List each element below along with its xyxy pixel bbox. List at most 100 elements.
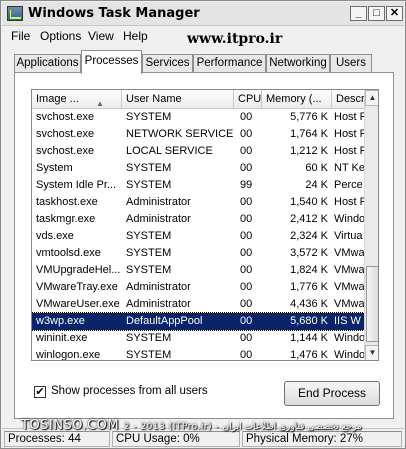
- end-process-button[interactable]: End Process: [284, 381, 380, 406]
- tab-networking[interactable]: Networking: [266, 54, 330, 73]
- cell-image-name: svchost.exe: [36, 111, 95, 123]
- table-row[interactable]: VMUpgradeHel... SYSTEM 00 1,824 K VMwa: [32, 262, 364, 279]
- cell-image-name: vmtoolsd.exe: [36, 247, 101, 259]
- cell-user-name: SYSTEM: [126, 332, 172, 344]
- cell-cpu: 00: [240, 281, 253, 293]
- table-row[interactable]: vds.exe SYSTEM 00 2,324 K Virtua: [32, 228, 364, 245]
- cell-cpu: 00: [240, 349, 253, 361]
- cell-memory: 1,776 K: [290, 281, 328, 293]
- title-bar[interactable]: Windows Task Manager _ □ ✕: [2, 2, 404, 26]
- table-row[interactable]: svchost.exe LOCAL SERVICE 00 1,212 K Host P: [32, 143, 364, 160]
- task-manager-window: Windows Task Manager _ □ ✕ File Options …: [0, 0, 406, 449]
- cell-memory: 1,540 K: [290, 196, 328, 208]
- column-image-name[interactable]: Image ... ▲: [32, 90, 122, 109]
- table-row[interactable]: System Idle Pr... SYSTEM 99 24 K Perce: [32, 177, 364, 194]
- watermark-brand: TOSINSO.COM: [21, 418, 120, 433]
- scroll-up-button[interactable]: ▲: [365, 90, 378, 106]
- cell-cpu: 99: [240, 179, 253, 191]
- cell-description: Host P: [334, 128, 364, 140]
- cell-description: NT Ke: [334, 162, 364, 174]
- column-user-name[interactable]: User Name: [122, 90, 234, 109]
- process-rows: svchost.exe SYSTEM 00 5,776 K Host P svchost.…: [32, 109, 365, 361]
- show-all-processes-label: Show processes from all users: [51, 385, 208, 397]
- cell-image-name: svchost.exe: [36, 128, 95, 140]
- table-row[interactable]: VMwareUser.exe Administrator 00 4,436 K VMwa: [32, 296, 364, 313]
- cell-user-name: SYSTEM: [126, 162, 172, 174]
- show-all-processes-checkbox[interactable]: ✔: [34, 386, 46, 398]
- close-button[interactable]: ✕: [386, 6, 403, 21]
- cell-description: Windo: [334, 332, 364, 344]
- table-row[interactable]: taskmgr.exe Administrator 00 2,412 K Windo: [32, 211, 364, 228]
- watermark-caption: 2 - 2013 (ITPro.ir) - مرجع تخصصی فناوری …: [123, 422, 362, 432]
- cell-cpu: 00: [240, 298, 253, 310]
- tab-users[interactable]: Users: [330, 54, 372, 73]
- cell-cpu: 00: [240, 332, 253, 344]
- table-row[interactable]: VMwareTray.exe Administrator 00 1,776 K VMwa: [32, 279, 364, 296]
- cell-memory: 5,776 K: [290, 111, 328, 123]
- table-row[interactable]: vmtoolsd.exe SYSTEM 00 3,572 K VMwa: [32, 245, 364, 262]
- vertical-scrollbar[interactable]: ▲ ▼: [364, 90, 378, 360]
- cell-user-name: SYSTEM: [126, 111, 172, 123]
- cell-description: VMwa: [334, 298, 364, 310]
- cell-image-name: wininit.exe: [36, 332, 88, 344]
- cell-cpu: 00: [240, 264, 253, 276]
- cell-description: Host P: [334, 196, 364, 208]
- cell-user-name: DefaultAppPool: [126, 315, 203, 327]
- cell-image-name: VMwareTray.exe: [36, 281, 118, 293]
- cell-memory: 2,324 K: [290, 230, 328, 242]
- table-row[interactable]: wininit.exe SYSTEM 00 1,144 K Windo: [32, 330, 364, 347]
- cell-memory: 2,412 K: [290, 213, 328, 225]
- cell-description: VMwa: [334, 247, 364, 259]
- cell-user-name: Administrator: [126, 196, 191, 208]
- cell-memory: 1,144 K: [290, 332, 328, 344]
- watermark-bottom: TOSINSO.COM 2 - 2013 (ITPro.ir) - مرجع ت…: [21, 418, 362, 433]
- cell-user-name: LOCAL SERVICE: [126, 145, 213, 157]
- maximize-button[interactable]: □: [368, 6, 385, 21]
- watermark-url: www.itpro.ir: [187, 31, 283, 47]
- tab-services[interactable]: Services: [142, 54, 193, 73]
- cell-description: VMwa: [334, 264, 364, 276]
- cell-cpu: 00: [240, 145, 253, 157]
- status-cpu-usage: CPU Usage: 0%: [112, 431, 240, 447]
- column-description[interactable]: Descr: [332, 90, 364, 109]
- cell-cpu: 00: [240, 196, 253, 208]
- status-physical-memory: Physical Memory: 27%: [242, 431, 402, 447]
- cell-image-name: VMwareUser.exe: [36, 298, 120, 310]
- process-list[interactable]: Image ... ▲ User Name CPU Memory (... De…: [31, 89, 379, 361]
- table-row[interactable]: w3wp.exe DefaultAppPool 00 5,680 K IIS W: [32, 312, 365, 331]
- cell-memory: 24 K: [305, 179, 328, 191]
- table-row[interactable]: svchost.exe NETWORK SERVICE 00 1,764 K Host …: [32, 126, 364, 143]
- minimize-button[interactable]: _: [350, 6, 367, 21]
- menu-file[interactable]: File: [11, 29, 30, 43]
- tab-applications[interactable]: Applications: [14, 54, 81, 73]
- column-memory[interactable]: Memory (...: [262, 90, 332, 109]
- cell-memory: 1,212 K: [290, 145, 328, 157]
- cell-user-name: SYSTEM: [126, 349, 172, 361]
- list-header: Image ... ▲ User Name CPU Memory (... De…: [32, 90, 378, 109]
- cell-cpu: 00: [240, 128, 253, 140]
- cell-memory: 3,572 K: [290, 247, 328, 259]
- cell-user-name: Administrator: [126, 213, 191, 225]
- menu-help[interactable]: Help: [123, 29, 148, 43]
- menu-options[interactable]: Options: [40, 29, 81, 43]
- cell-image-name: vds.exe: [36, 230, 74, 242]
- cell-description: Host P: [334, 111, 364, 123]
- column-cpu[interactable]: CPU: [234, 90, 262, 109]
- table-row[interactable]: svchost.exe SYSTEM 00 5,776 K Host P: [32, 109, 364, 126]
- cell-memory: 1,764 K: [290, 128, 328, 140]
- cell-description: Virtua: [334, 230, 363, 242]
- cell-description: Windo: [334, 213, 364, 225]
- cell-memory: 1,824 K: [290, 264, 328, 276]
- tab-performance[interactable]: Performance: [193, 54, 266, 73]
- tab-processes[interactable]: Processes: [81, 50, 142, 74]
- scroll-down-button[interactable]: ▼: [365, 345, 378, 360]
- cell-cpu: 00: [240, 247, 253, 259]
- sort-ascending-icon: ▲: [96, 99, 104, 108]
- cell-memory: 1,476 K: [290, 349, 328, 361]
- table-row[interactable]: taskhost.exe Administrator 00 1,540 K Host P: [32, 194, 364, 211]
- table-row[interactable]: System SYSTEM 00 60 K NT Ke: [32, 160, 364, 177]
- menu-view[interactable]: View: [88, 29, 114, 43]
- cell-cpu: 00: [240, 213, 253, 225]
- table-row[interactable]: winlogon.exe SYSTEM 00 1,476 K Windo: [32, 347, 364, 361]
- scroll-thumb[interactable]: [366, 266, 378, 342]
